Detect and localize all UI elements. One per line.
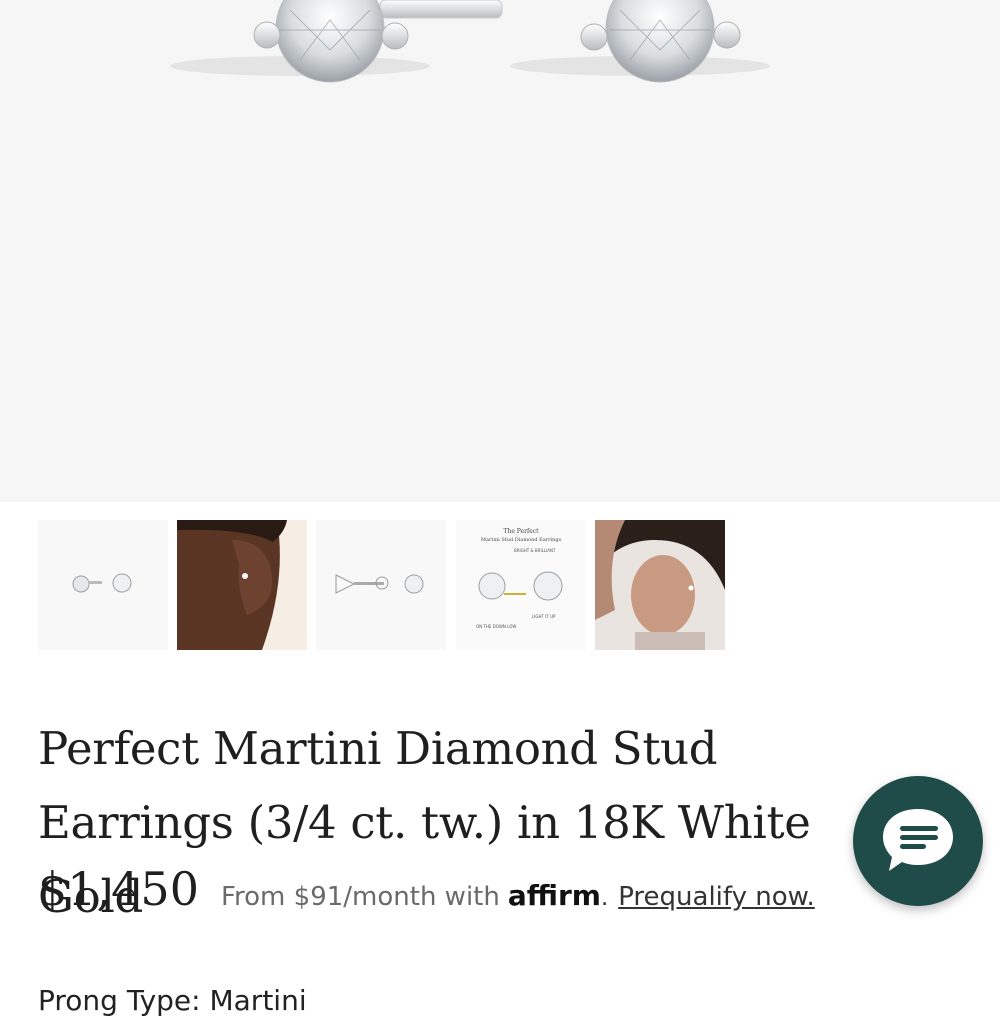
earrings-info-graphic-thumbnail: The Perfect Martini Stud Diamond Earring…: [456, 520, 586, 650]
infographic-callout-2: ON THE DOWN LOW: [476, 624, 516, 629]
infographic-heading-1: The Perfect: [503, 528, 539, 535]
affirm-logo: affirm: [508, 879, 601, 912]
price-row: $1,450 From $91/month with affirm . Preq…: [38, 862, 938, 926]
chat-bubble-icon: [883, 809, 953, 871]
thumbnail-info-graphic[interactable]: The Perfect Martini Stud Diamond Earring…: [456, 520, 586, 650]
model-wearing-earrings-thumbnail: [595, 520, 725, 650]
thumbnail-side-profile[interactable]: [316, 520, 446, 650]
thumbnail-gallery: The Perfect Martini Stud Diamond Earring…: [38, 520, 738, 660]
earring-on-ear-thumbnail: [177, 520, 307, 650]
thumbnail-model[interactable]: [595, 520, 725, 650]
infographic-callout-1: BRIGHT & BRILLIANT: [514, 548, 556, 553]
product-price: $1,450: [38, 862, 199, 916]
infographic-callout-3: LIGHT IT UP: [532, 614, 556, 619]
affirm-logo-text: affirm: [507, 879, 601, 912]
prong-type-label: Prong Type: Martini: [38, 984, 307, 1017]
earrings-front-view-thumbnail: [38, 520, 168, 650]
diamond-stud-earrings-image: [170, 0, 770, 83]
thumbnail-front-view[interactable]: [38, 520, 168, 650]
prequalify-link[interactable]: Prequalify now.: [618, 882, 815, 912]
thumbnail-on-ear[interactable]: [177, 520, 307, 650]
affirm-period: .: [600, 881, 609, 911]
chat-button[interactable]: [853, 776, 983, 906]
product-main-image[interactable]: [0, 0, 1000, 502]
earring-side-profile-thumbnail: [316, 520, 446, 650]
financing-text: From $91/month with: [220, 882, 500, 912]
infographic-heading-2: Martini Stud Diamond Earrings: [481, 537, 562, 543]
